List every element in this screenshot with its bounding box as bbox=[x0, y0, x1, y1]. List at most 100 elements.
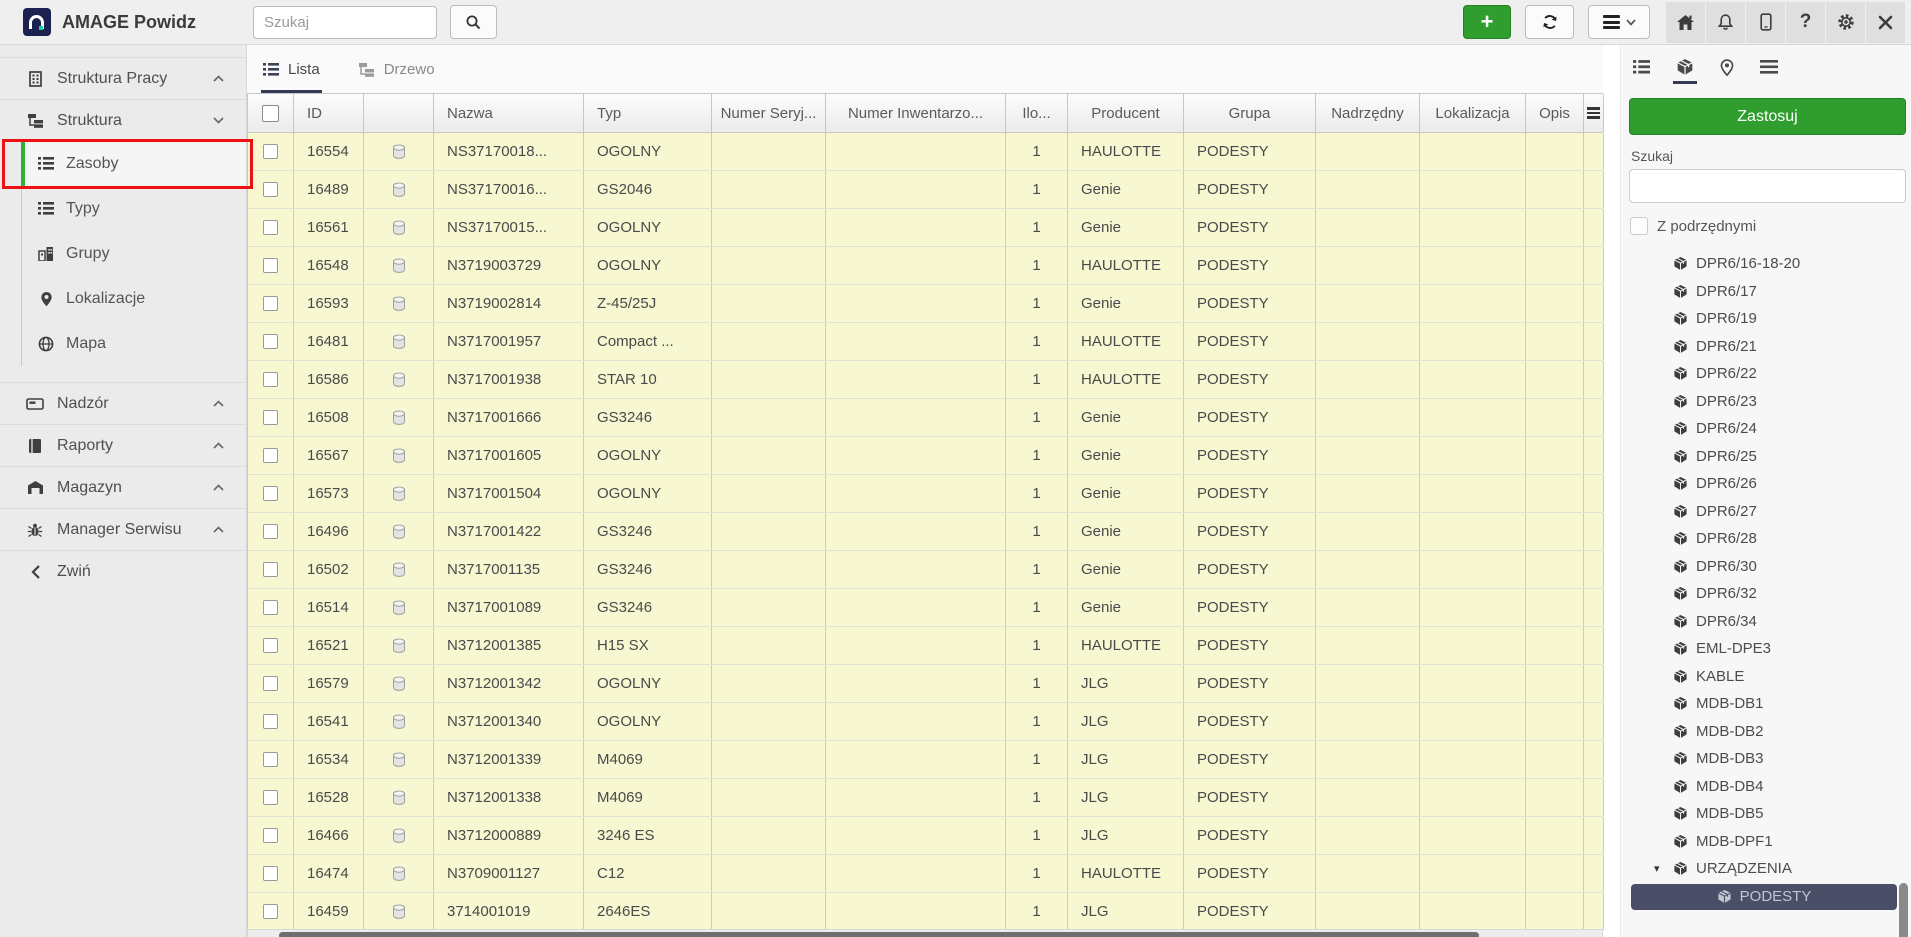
tree-item[interactable]: DPR6/34 bbox=[1621, 608, 1911, 636]
table-row[interactable]: 16593N3719002814Z-45/25J1GeniePODESTY bbox=[248, 285, 1603, 323]
checkbox-icon[interactable] bbox=[263, 182, 278, 197]
row-checkbox[interactable] bbox=[248, 437, 294, 474]
column-header-name[interactable]: Nazwa bbox=[434, 94, 584, 132]
checkbox-icon[interactable] bbox=[263, 866, 278, 881]
tree-item-selected[interactable]: PODESTY bbox=[1631, 884, 1897, 910]
row-checkbox[interactable] bbox=[248, 855, 294, 892]
checkbox-icon[interactable] bbox=[263, 410, 278, 425]
table-row[interactable]: 16481N3717001957Compact ...1HAULOTTEPODE… bbox=[248, 323, 1603, 361]
row-checkbox[interactable] bbox=[248, 589, 294, 626]
tree-item[interactable]: DPR6/27 bbox=[1621, 498, 1911, 526]
row-checkbox[interactable] bbox=[248, 703, 294, 740]
tree-item[interactable]: MDB-DB5 bbox=[1621, 800, 1911, 828]
column-header-2[interactable] bbox=[364, 94, 434, 132]
table-row[interactable]: 16528N3712001338M40691JLGPODESTY bbox=[248, 779, 1603, 817]
table-row[interactable]: 16586N3717001938STAR 101HAULOTTEPODESTY bbox=[248, 361, 1603, 399]
settings-button[interactable] bbox=[1826, 2, 1865, 43]
table-row[interactable]: 16579N3712001342OGOLNY1JLGPODESTY bbox=[248, 665, 1603, 703]
row-checkbox[interactable] bbox=[248, 323, 294, 360]
row-checkbox[interactable] bbox=[248, 361, 294, 398]
tree-item[interactable]: MDB-DB1 bbox=[1621, 690, 1911, 718]
tree-item[interactable]: DPR6/22 bbox=[1621, 360, 1911, 388]
row-checkbox[interactable] bbox=[248, 399, 294, 436]
sidebar-item-zasoby[interactable]: Zasoby bbox=[22, 141, 246, 186]
tree-item[interactable]: KABLE bbox=[1621, 663, 1911, 691]
tree-item[interactable]: MDB-DB2 bbox=[1621, 718, 1911, 746]
mobile-button[interactable] bbox=[1746, 2, 1785, 43]
refresh-button[interactable] bbox=[1525, 5, 1574, 39]
row-checkbox[interactable] bbox=[248, 209, 294, 246]
tree-item[interactable]: DPR6/19 bbox=[1621, 305, 1911, 333]
tree-item[interactable]: DPR6/28 bbox=[1621, 525, 1911, 553]
table-row[interactable]: 16548N3719003729OGOLNY1HAULOTTEPODESTY bbox=[248, 247, 1603, 285]
table-row[interactable]: 16489NS37170016...GS20461GeniePODESTY bbox=[248, 171, 1603, 209]
row-checkbox[interactable] bbox=[248, 285, 294, 322]
table-row[interactable]: 16502N3717001135GS32461GeniePODESTY bbox=[248, 551, 1603, 589]
sidebar-item-struktura[interactable]: Struktura bbox=[0, 99, 246, 141]
with-children-checkbox[interactable]: Z podrzędnymi bbox=[1630, 217, 1911, 235]
checkbox-icon[interactable] bbox=[263, 296, 278, 311]
help-button[interactable]: ? bbox=[1786, 2, 1825, 43]
panel-tab-details[interactable] bbox=[1757, 45, 1781, 89]
horizontal-scrollbar[interactable] bbox=[247, 929, 1603, 937]
tree-item[interactable]: MDB-DB3 bbox=[1621, 745, 1911, 773]
checkbox-icon[interactable] bbox=[263, 524, 278, 539]
row-checkbox[interactable] bbox=[248, 133, 294, 170]
panel-search-input[interactable] bbox=[1629, 169, 1906, 203]
row-checkbox[interactable] bbox=[248, 817, 294, 854]
panel-tab-groups[interactable] bbox=[1673, 45, 1697, 89]
column-header-parent[interactable]: Nadrzędny bbox=[1316, 94, 1420, 132]
tree-item[interactable]: EML-DPE3 bbox=[1621, 635, 1911, 663]
menu-button[interactable] bbox=[1588, 5, 1650, 39]
column-header-type[interactable]: Typ bbox=[584, 94, 712, 132]
column-header-location[interactable]: Lokalizacja bbox=[1420, 94, 1526, 132]
global-search-input[interactable] bbox=[253, 6, 437, 39]
sidebar-item-mapa[interactable]: Mapa bbox=[22, 321, 246, 366]
table-row[interactable]: 1645937140010192646ES1JLGPODESTY bbox=[248, 893, 1603, 931]
table-row[interactable]: 16508N3717001666GS32461GeniePODESTY bbox=[248, 399, 1603, 437]
table-row[interactable]: 16521N3712001385H15 SX1HAULOTTEPODESTY bbox=[248, 627, 1603, 665]
row-checkbox[interactable] bbox=[248, 665, 294, 702]
table-row[interactable]: 16534N3712001339M40691JLGPODESTY bbox=[248, 741, 1603, 779]
column-header-serial[interactable]: Numer Seryj... bbox=[712, 94, 826, 132]
column-header-desc[interactable]: Opis bbox=[1526, 94, 1584, 132]
brand[interactable]: AMAGE Powidz bbox=[0, 8, 247, 36]
sidebar-item-magazyn[interactable]: Magazyn bbox=[0, 466, 246, 508]
row-checkbox[interactable] bbox=[248, 779, 294, 816]
row-checkbox[interactable] bbox=[248, 247, 294, 284]
table-row[interactable]: 16496N3717001422GS32461GeniePODESTY bbox=[248, 513, 1603, 551]
checkbox-icon[interactable] bbox=[263, 334, 278, 349]
home-button[interactable] bbox=[1666, 2, 1705, 43]
checkbox-icon[interactable] bbox=[263, 638, 278, 653]
checkbox-icon[interactable] bbox=[263, 676, 278, 691]
apply-button[interactable]: Zastosuj bbox=[1629, 98, 1906, 135]
tree-item[interactable]: DPR6/25 bbox=[1621, 443, 1911, 471]
table-row[interactable]: 16561NS37170015...OGOLNY1GeniePODESTY bbox=[248, 209, 1603, 247]
column-header-inventory[interactable]: Numer Inwentarzo... bbox=[826, 94, 1006, 132]
checkbox-icon[interactable] bbox=[263, 562, 278, 577]
column-header-producer[interactable]: Producent bbox=[1068, 94, 1184, 132]
table-row[interactable]: 16567N3717001605OGOLNY1GeniePODESTY bbox=[248, 437, 1603, 475]
column-menu-icon[interactable] bbox=[1587, 105, 1600, 121]
tree-item[interactable]: DPR6/21 bbox=[1621, 333, 1911, 361]
checkbox-icon[interactable] bbox=[263, 144, 278, 159]
table-row[interactable]: 16573N3717001504OGOLNY1GeniePODESTY bbox=[248, 475, 1603, 513]
table-row[interactable]: 16466N37120008893246 ES1JLGPODESTY bbox=[248, 817, 1603, 855]
tab-lista[interactable]: Lista bbox=[261, 45, 322, 93]
checkbox-icon[interactable] bbox=[263, 790, 278, 805]
column-menu-button[interactable] bbox=[1584, 94, 1604, 132]
row-checkbox[interactable] bbox=[248, 741, 294, 778]
checkbox-icon[interactable] bbox=[263, 372, 278, 387]
tree-item[interactable]: DPR6/32 bbox=[1621, 580, 1911, 608]
search-button[interactable] bbox=[450, 5, 497, 39]
checkbox-icon[interactable] bbox=[263, 448, 278, 463]
tree-item[interactable]: DPR6/16-18-20 bbox=[1621, 250, 1911, 278]
checkbox-icon[interactable] bbox=[263, 258, 278, 273]
tree-item[interactable]: DPR6/24 bbox=[1621, 415, 1911, 443]
tree-item[interactable]: DPR6/26 bbox=[1621, 470, 1911, 498]
row-checkbox[interactable] bbox=[248, 171, 294, 208]
close-button[interactable] bbox=[1866, 2, 1905, 43]
table-row[interactable]: 16554NS37170018...OGOLNY1HAULOTTEPODESTY bbox=[248, 133, 1603, 171]
row-checkbox[interactable] bbox=[248, 513, 294, 550]
column-header-qty[interactable]: Ilo... bbox=[1006, 94, 1068, 132]
